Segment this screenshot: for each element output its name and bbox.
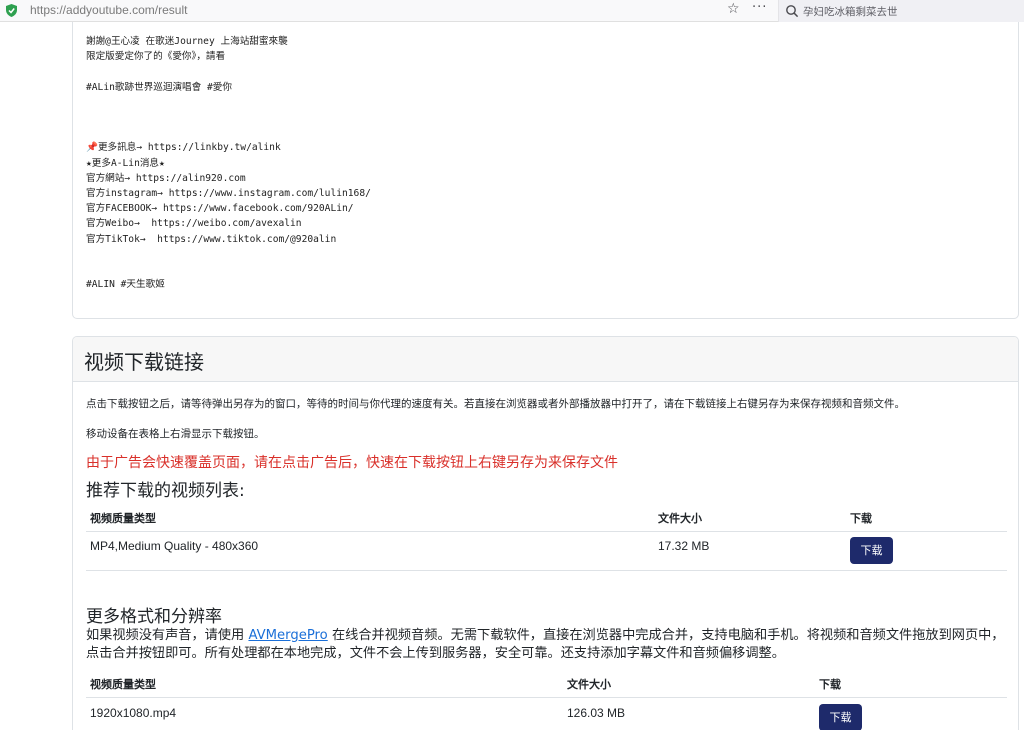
description-line: 官方Weibo→ https://weibo.com/avexalin [86,218,302,230]
column-header-download: 下载 [819,678,841,691]
column-header-size: 文件大小 [567,678,611,691]
url-scheme: https:// [30,3,67,17]
notice-text-before: 如果视频没有声音，请使用 [86,628,249,643]
row-size: 17.32 MB [658,539,710,553]
search-icon [786,5,799,18]
video-description: 謝謝@王心凌 在歌迷Journey 上海站甜蜜來襲 限定版愛定你了的《愛你》，請… [86,34,371,292]
table-divider [86,570,1007,571]
video-description-card: 謝謝@王心凌 在歌迷Journey 上海站甜蜜來襲 限定版愛定你了的《愛你》，請… [72,22,1019,319]
description-line: #ALIN #天生歌姬 [86,279,165,291]
page-actions-menu-icon[interactable]: ··· [752,0,767,15]
download-button[interactable]: 下载 [819,704,862,730]
description-line: 更多訊息→ https://linkby.tw/alink [97,142,281,154]
mobile-hint: 移动设备在表格上右滑显示下载按钮。 [86,428,265,440]
recommended-list-title: 推荐下载的视频列表: [86,481,245,501]
column-header-quality: 视频质量类型 [90,512,156,525]
description-line: 官方網站→ https://alin920.com [86,172,246,184]
column-header-size: 文件大小 [658,512,702,525]
column-header-download: 下载 [850,512,872,525]
search-query: 孕妇吃冰箱剩菜去世 [803,6,898,18]
table-divider [86,531,1007,532]
description-line: 謝謝@王心凌 在歌迷Journey 上海站甜蜜來襲 [86,36,288,47]
pushpin-icon: 📌 [86,142,98,154]
row-quality: 1920x1080.mp4 [90,706,177,720]
row-size: 126.03 MB [567,706,626,720]
description-line: 官方TikTok→ https://www.tiktok.com/@920ali… [86,233,337,245]
bookmark-star-icon[interactable]: ☆ [727,1,740,17]
download-card-title: 视频下载链接 [84,350,204,374]
browser-toolbar: https://addyoutube.com/result ☆ ··· 孕妇吃冰… [0,0,1024,22]
shield-icon[interactable] [6,4,17,17]
download-links-card: 视频下载链接 点击下载按钮之后，请等待弹出另存为的窗口，等待的时间与你代理的速度… [72,336,1019,730]
more-formats-title: 更多格式和分辨率 [86,607,222,627]
description-line: 官方instagram→ https://www.instagram.com/l… [86,188,371,200]
browser-search-box[interactable]: 孕妇吃冰箱剩菜去世 [778,0,1024,22]
avmerge-notice: 如果视频没有声音，请使用 AVMergePro 在线合并视频音频。无需下载软件，… [86,627,1016,663]
description-line: ★更多A-Lin消息★ [86,157,165,169]
description-line: 官方FACEBOOK→ https://www.facebook.com/920… [86,203,354,215]
column-header-quality: 视频质量类型 [90,678,156,691]
description-line: #ALin歌跡世界巡迴演唱會 #愛你 [86,81,232,93]
description-line: 限定版愛定你了的《愛你》，請看 [86,51,226,63]
download-button[interactable]: 下载 [850,537,893,564]
table-divider [86,697,1007,698]
download-instructions: 点击下载按钮之后，请等待弹出另存为的窗口，等待的时间与你代理的速度有关。若直接在… [86,398,905,410]
row-quality: MP4,Medium Quality - 480x360 [90,539,259,553]
url-path: /result [154,3,188,17]
avmergepro-link[interactable]: AVMergePro [248,628,327,643]
url-host: addyoutube.com [66,3,155,17]
download-card-header: 视频下载链接 [73,337,1018,382]
address-bar[interactable]: https://addyoutube.com/result [30,3,187,17]
ad-warning: 由于广告会快速覆盖页面，请在点击广告后，快速在下载按钮上右键另存为来保存文件 [86,455,618,471]
